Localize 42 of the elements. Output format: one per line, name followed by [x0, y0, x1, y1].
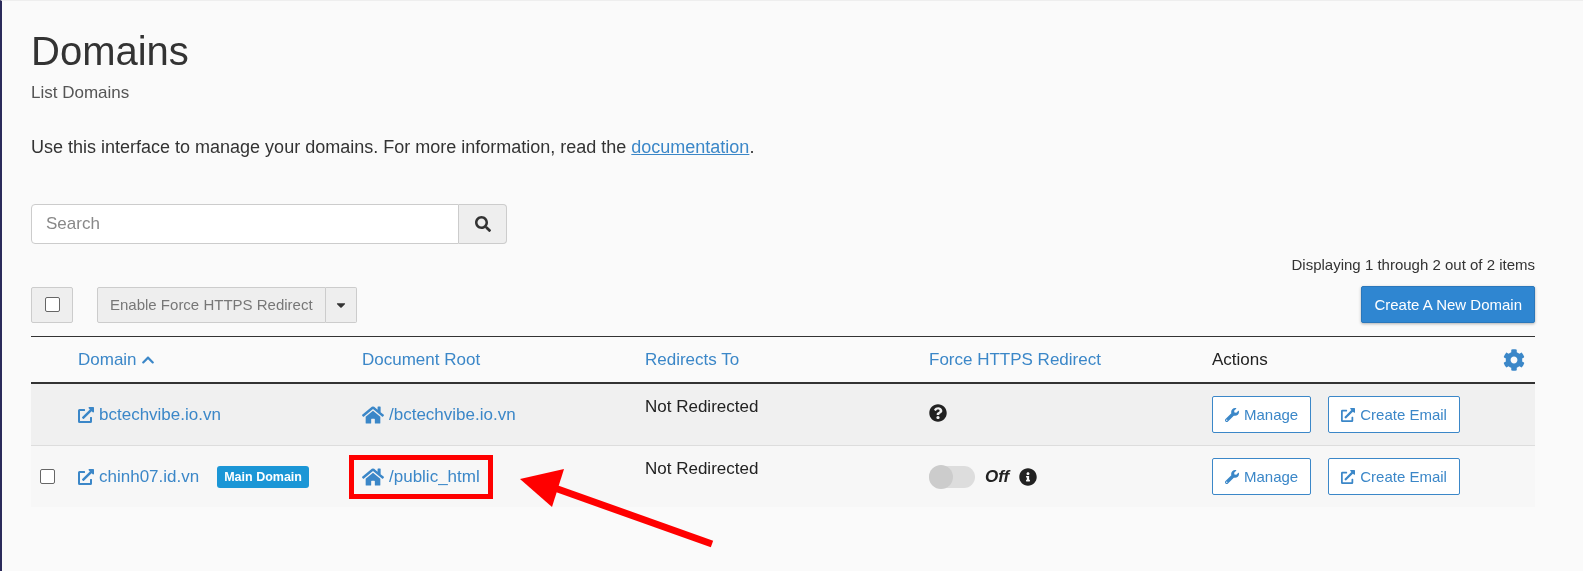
external-link-icon [1341, 407, 1356, 422]
checkbox[interactable] [44, 297, 60, 312]
manage-button[interactable]: Manage [1212, 458, 1312, 495]
toggle-label: Off [985, 466, 1010, 487]
toggle-switch[interactable] [929, 465, 975, 488]
create-email-button[interactable]: Create Email [1328, 458, 1460, 495]
select-all-button[interactable] [31, 286, 73, 323]
column-header[interactable]: Document Root [362, 349, 481, 370]
wrench-icon [1225, 407, 1239, 422]
search-icon [474, 216, 491, 232]
domain-link[interactable]: chinh07.id.vn [78, 462, 200, 491]
column-header: Actions [1212, 349, 1268, 370]
external-link-icon [78, 406, 94, 423]
main-domain-badge: Main Domain [217, 465, 309, 488]
home-icon [362, 465, 384, 488]
row-checkbox[interactable] [40, 469, 55, 484]
description-text: Use this interface to manage your domains. For more information, read the documentation. [31, 137, 756, 158]
redirect-text: Not Redirected [645, 459, 759, 479]
search-button[interactable] [459, 204, 507, 244]
domain-link[interactable]: bctechvibe.io.vn [78, 400, 221, 429]
column-header[interactable]: Force HTTPS Redirect [929, 349, 1101, 370]
redirect-text: Not Redirected [645, 397, 759, 417]
external-link-icon [1341, 469, 1356, 484]
page-subtitle: List Domains [31, 83, 130, 102]
column-header[interactable]: Domain [78, 349, 155, 370]
search-field[interactable]: Search [31, 204, 459, 244]
document-root-link[interactable]: /bctechvibe.io.vn [362, 399, 516, 430]
external-link-icon [78, 468, 94, 485]
document-root-link[interactable]: /public_html [362, 461, 480, 492]
home-icon [362, 403, 384, 426]
create-domain-button[interactable]: Create A New Domain [1361, 286, 1535, 323]
create-email-button[interactable]: Create Email [1328, 396, 1460, 433]
column-header[interactable]: Redirects To [645, 349, 740, 370]
settings-icon[interactable] [1503, 348, 1525, 371]
info-icon [1019, 467, 1038, 486]
documentation-link[interactable]: documentation [631, 137, 750, 157]
paging-text: Displaying 1 through 2 out of 2 items [1291, 256, 1535, 273]
dropdown-button[interactable] [325, 286, 357, 323]
help-icon [929, 403, 947, 422]
manage-button[interactable]: Manage [1212, 396, 1312, 433]
page-title: Domains [31, 28, 189, 75]
wrench-icon [1225, 469, 1239, 484]
